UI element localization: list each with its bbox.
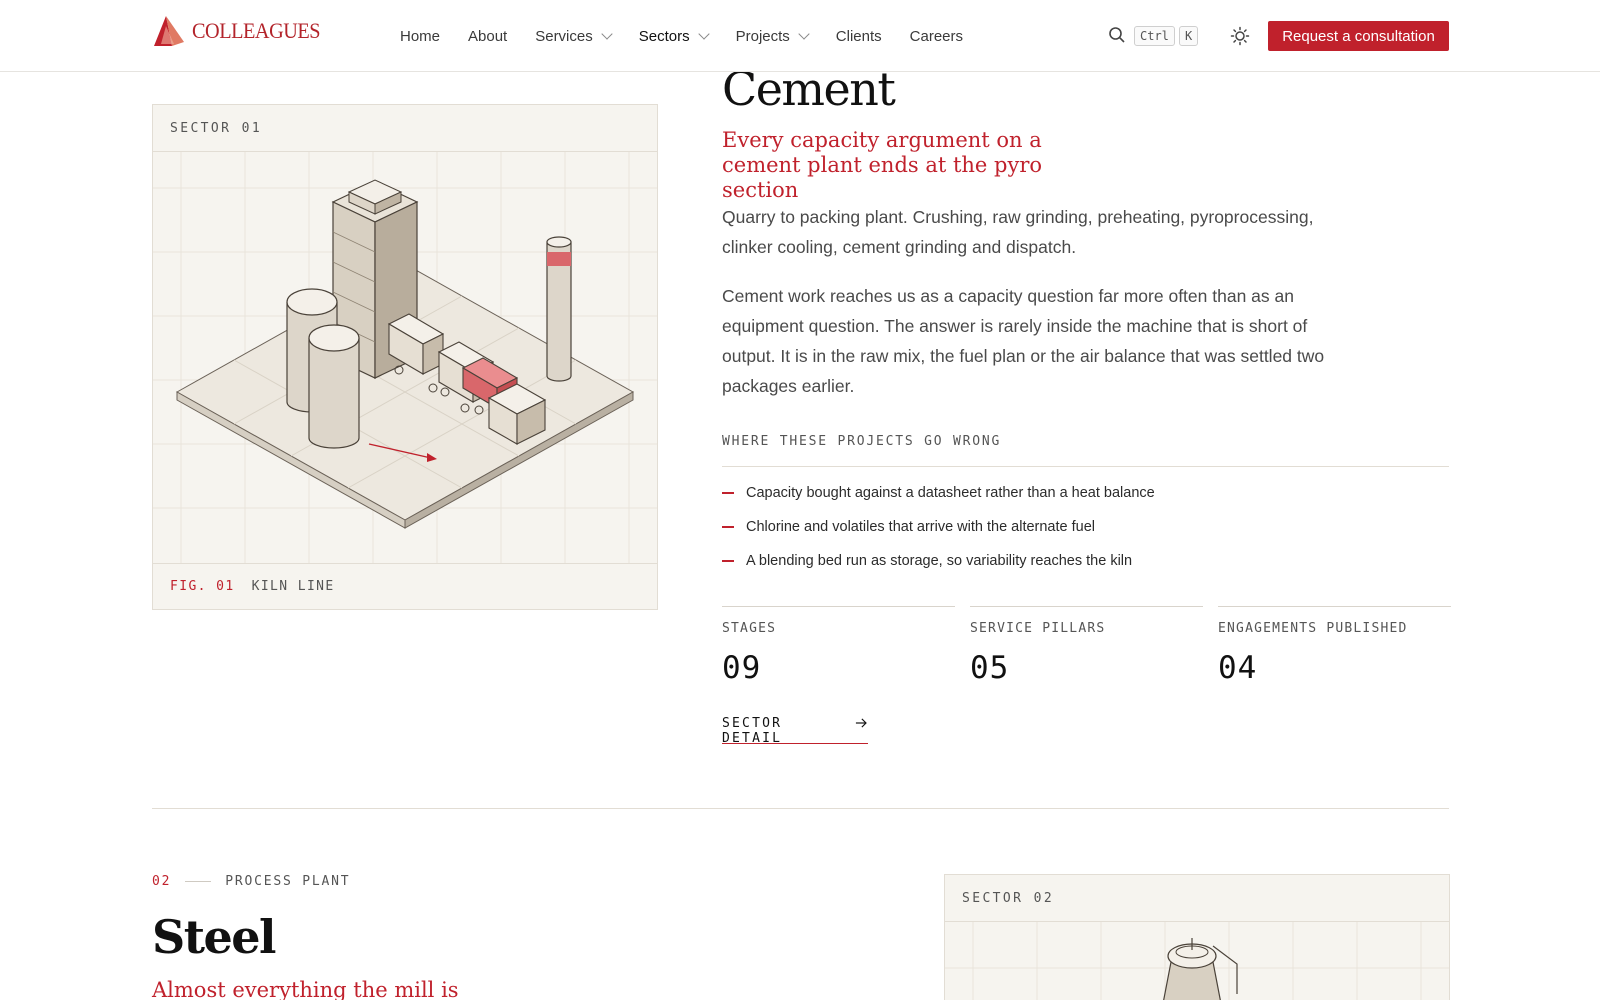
figure-label: SECTOR 01 [153, 105, 657, 152]
logo-mark-icon [154, 16, 184, 46]
figure-caption: FIG. 01 KILN LINE [153, 563, 657, 609]
figure-number: FIG. 01 [170, 579, 235, 594]
sector-number: 02 [152, 874, 172, 889]
divider [722, 466, 1449, 467]
stat-label: ENGAGEMENTS PUBLISHED [1218, 621, 1408, 636]
nav-label: Careers [909, 27, 964, 45]
request-consultation-button[interactable]: Request a consultation [1268, 21, 1449, 51]
sector-title: Steel [152, 910, 276, 964]
list-item: A blending bed run as storage, so variab… [722, 553, 1132, 569]
kiln-line-illustration [153, 152, 657, 564]
brand-logo[interactable]: COLLEAGUES [152, 14, 331, 48]
stat-value: 05 [970, 650, 1010, 686]
sector-eyebrow: 02 PROCESS PLANT [152, 874, 350, 889]
nav-item-home[interactable]: Home [400, 28, 440, 45]
nav-label: Home [400, 27, 441, 45]
issue-text: Chlorine and volatiles that arrive with … [746, 519, 1095, 535]
dash-icon [722, 492, 734, 494]
site-header: COLLEAGUES Home About Services Sectors P… [0, 0, 1600, 72]
chevron-down-icon [697, 28, 710, 40]
sun-icon[interactable] [1230, 26, 1250, 46]
stat-stages: STAGES 09 [722, 606, 955, 686]
sector-lede: Almost everything the mill is [152, 978, 459, 1000]
figure-label: SECTOR 02 [945, 875, 1449, 922]
issue-text: A blending bed run as storage, so variab… [746, 553, 1133, 569]
stat-value: 04 [1218, 650, 1258, 686]
nav-label: About [468, 27, 508, 45]
sector-category: PROCESS PLANT [225, 874, 351, 889]
stat-label: STAGES [722, 621, 777, 636]
nav-item-projects[interactable]: Projects [735, 27, 810, 45]
nav-label: Clients [835, 27, 882, 45]
list-item: Capacity bought against a datasheet rath… [722, 485, 1155, 501]
sector-detail-link[interactable]: SECTOR DETAIL [722, 716, 868, 746]
search-icon[interactable] [1108, 26, 1126, 44]
dash-icon [722, 560, 734, 562]
sector-figure-card: SECTOR 02 [944, 874, 1450, 1000]
nav-item-careers[interactable]: Careers [910, 28, 963, 45]
kbd-k: K [1179, 26, 1199, 46]
nav-item-about[interactable]: About [468, 28, 507, 45]
kiln-line-drawing [153, 152, 657, 564]
section-divider [152, 808, 1449, 809]
nav-label: Sectors [638, 27, 690, 45]
main-nav: Home About Services Sectors Projects Cli… [400, 0, 991, 72]
stat-service-pillars: SERVICE PILLARS 05 [970, 606, 1203, 686]
chevron-down-icon [601, 28, 613, 40]
stat-value: 09 [722, 650, 762, 686]
divider [185, 881, 212, 882]
issue-text: Capacity bought against a datasheet rath… [746, 485, 1155, 501]
arrow-right-icon [856, 718, 868, 728]
brand-name: COLLEAGUES [192, 18, 321, 43]
sector-detail-label: SECTOR DETAIL [722, 716, 783, 746]
nav-label: Services [535, 27, 593, 45]
nav-label: Projects [735, 27, 790, 45]
sector-body: Cement work reaches us as a capacity que… [722, 286, 1325, 396]
nav-item-services[interactable]: Services [535, 27, 613, 45]
sector-summary: Quarry to packing plant. Crushing, raw g… [722, 207, 1314, 257]
stat-label: SERVICE PILLARS [970, 621, 1106, 636]
figure-caption-text: KILN LINE [251, 579, 335, 594]
sector-figure-card: SECTOR 01 FIG. 01 KILN LINE [152, 104, 658, 610]
dash-icon [722, 526, 734, 528]
chevron-down-icon [798, 28, 810, 40]
stat-engagements-published: ENGAGEMENTS PUBLISHED 04 [1218, 606, 1451, 686]
nav-item-sectors[interactable]: Sectors [638, 27, 710, 45]
sector-lede: Every capacity argument on a cement plan… [722, 128, 1043, 202]
nav-item-clients[interactable]: Clients [836, 28, 882, 45]
issues-heading: WHERE THESE PROJECTS GO WRONG [722, 434, 1002, 449]
list-item: Chlorine and volatiles that arrive with … [722, 519, 1095, 535]
process-plant-illustration [945, 922, 1449, 1000]
kbd-ctrl: Ctrl [1134, 26, 1175, 46]
